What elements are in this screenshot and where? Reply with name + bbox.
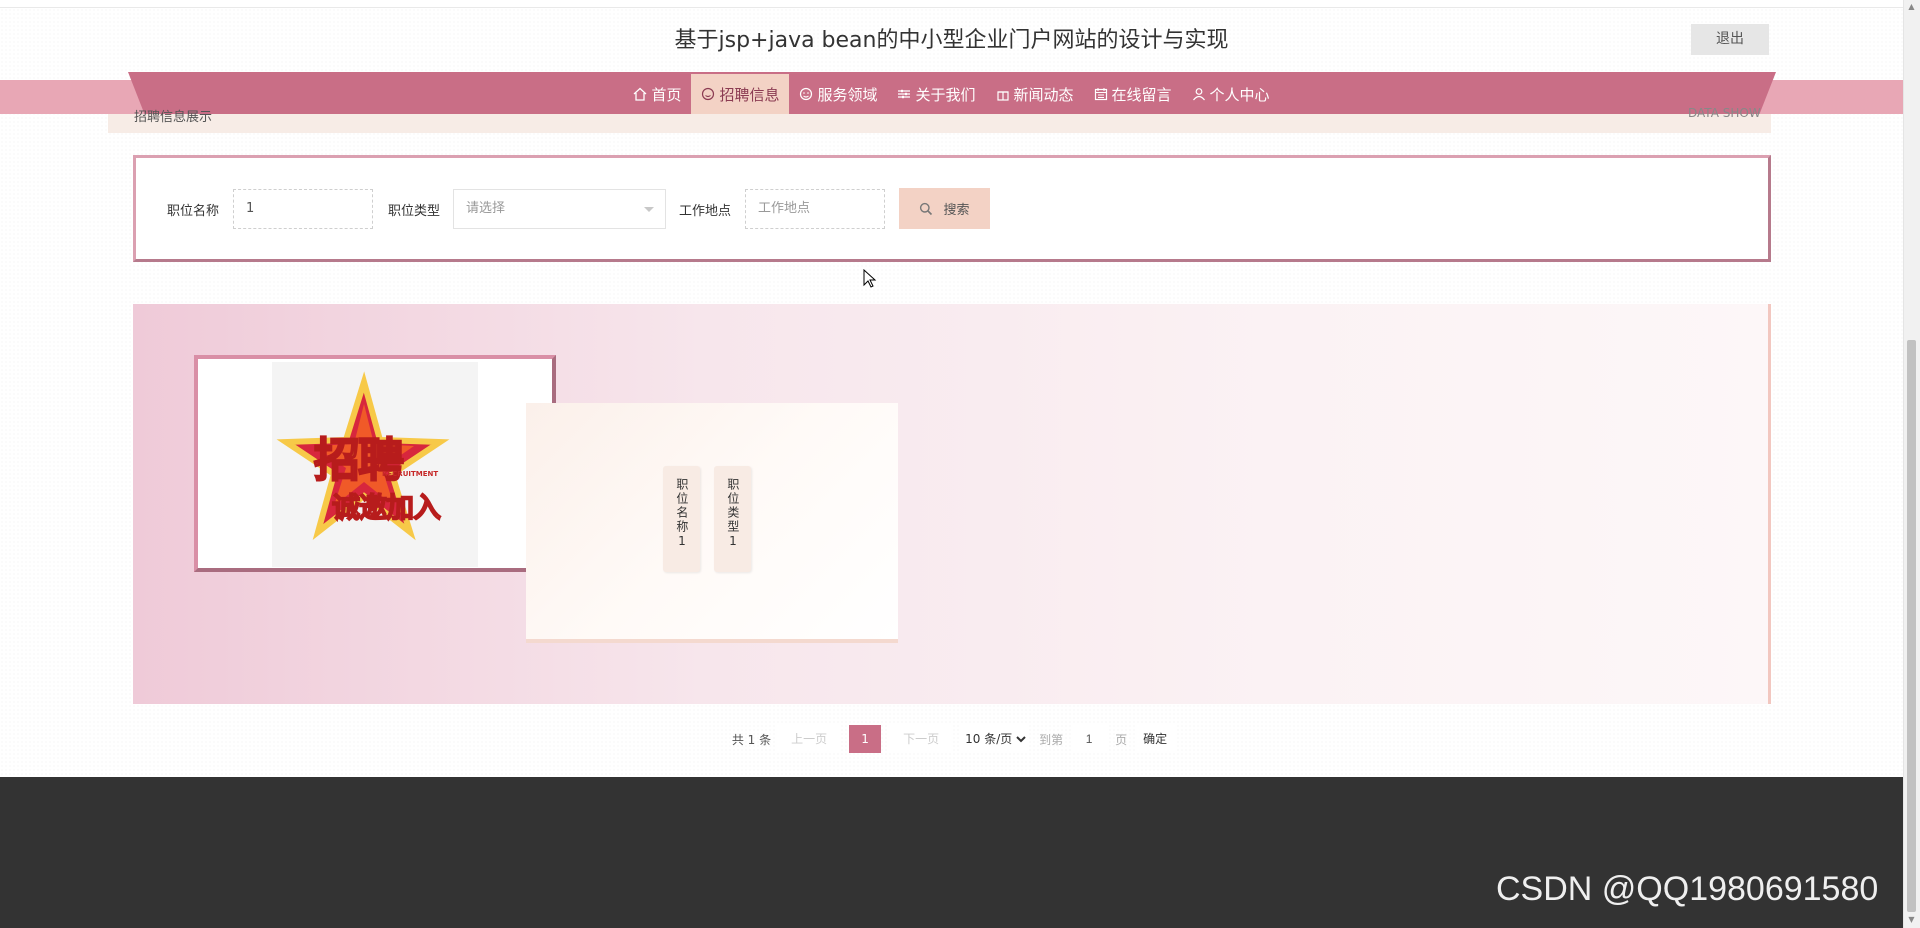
home-icon — [633, 87, 647, 101]
prev-page-button[interactable]: 上一页 — [777, 725, 842, 753]
logout-button[interactable]: 退出 — [1691, 24, 1769, 55]
nav-item-recruitment[interactable]: 招聘信息 — [691, 74, 790, 114]
poster-sub-text: 诚邀加入 — [331, 490, 442, 525]
job-name-tag: 职位名称1 — [663, 466, 700, 572]
goto-label: 到第 — [1039, 732, 1064, 747]
nav-item-about[interactable]: 关于我们 — [887, 74, 985, 114]
calendar-icon — [1094, 88, 1107, 101]
sliders-icon — [898, 89, 911, 99]
site-title: 基于jsp+java bean的中小型企业门户网站的设计与实现 — [674, 28, 1229, 53]
next-page-button[interactable]: 下一页 — [889, 725, 954, 753]
chevron-down-icon — [644, 207, 654, 212]
nav-item-message[interactable]: 在线留言 — [1084, 74, 1182, 114]
main-nav: 首页 招聘信息 服务领域 关于我们 新闻动态 在线留言 个人中心 — [0, 74, 1903, 114]
nav-label: 在线留言 — [1111, 85, 1172, 104]
nav-item-services[interactable]: 服务领域 — [789, 74, 887, 114]
job-type-placeholder: 请选择 — [466, 201, 506, 216]
job-type-select[interactable]: 请选择 — [453, 189, 666, 229]
total-count: 共 1 条 — [731, 732, 772, 747]
pagination: 共 1 条 上一页 1 下一页 10 条/页 到第 页 确定 — [0, 724, 1903, 754]
goto-page-input[interactable] — [1071, 725, 1108, 753]
poster-en-text: RECRUITMENT — [382, 470, 439, 478]
poster-main-text: 招聘 — [313, 432, 405, 488]
mouse-cursor-icon — [863, 269, 877, 288]
nav-item-home[interactable]: 首页 — [623, 74, 691, 114]
recruitment-poster: 招聘 RECRUITMENT 诚邀加入 — [272, 362, 478, 567]
scrollbar-thumb[interactable] — [1907, 340, 1916, 912]
scroll-up-arrow-icon[interactable]: ▲ — [1906, 2, 1917, 12]
job-name-label: 职位名称 — [167, 204, 220, 219]
search-button-label: 搜索 — [943, 203, 970, 218]
section-subtitle: DATA SHOW — [1688, 106, 1761, 120]
location-input[interactable]: 工作地点 — [745, 189, 885, 229]
search-button[interactable]: 搜索 — [899, 188, 990, 229]
nav-label: 服务领域 — [817, 85, 878, 104]
section-strip — [108, 114, 1771, 133]
csdn-watermark: CSDN @QQ1980691580 — [1496, 870, 1879, 908]
location-label: 工作地点 — [679, 204, 732, 219]
goto-confirm-button[interactable]: 确定 — [1135, 725, 1176, 753]
nav-label: 招聘信息 — [719, 85, 780, 104]
job-name-input[interactable]: 1 — [233, 189, 373, 229]
face-icon — [800, 87, 813, 101]
smile-icon — [702, 87, 715, 101]
gift-icon — [996, 91, 1009, 101]
nav-label: 首页 — [651, 85, 682, 104]
nav-item-news[interactable]: 新闻动态 — [986, 74, 1084, 114]
top-strip — [0, 0, 1903, 8]
listing-info-card[interactable] — [526, 403, 898, 639]
page-size-select[interactable]: 10 条/页 — [961, 725, 1030, 753]
search-icon — [920, 202, 933, 215]
page-unit-label: 页 — [1115, 732, 1128, 747]
nav-label: 关于我们 — [915, 85, 976, 104]
current-page[interactable]: 1 — [849, 725, 882, 753]
nav-item-profile[interactable]: 个人中心 — [1182, 74, 1280, 114]
section-title: 招聘信息展示 — [134, 110, 213, 125]
nav-label: 个人中心 — [1209, 85, 1270, 104]
nav-label: 新闻动态 — [1013, 85, 1074, 104]
job-type-tag: 职位类型1 — [714, 466, 751, 572]
user-icon — [1192, 88, 1205, 101]
job-type-label: 职位类型 — [388, 204, 441, 219]
scroll-down-arrow-icon[interactable]: ▼ — [1906, 915, 1917, 925]
job-type-tag-text: 职位类型1 — [725, 478, 740, 550]
job-name-tag-text: 职位名称1 — [674, 478, 689, 550]
